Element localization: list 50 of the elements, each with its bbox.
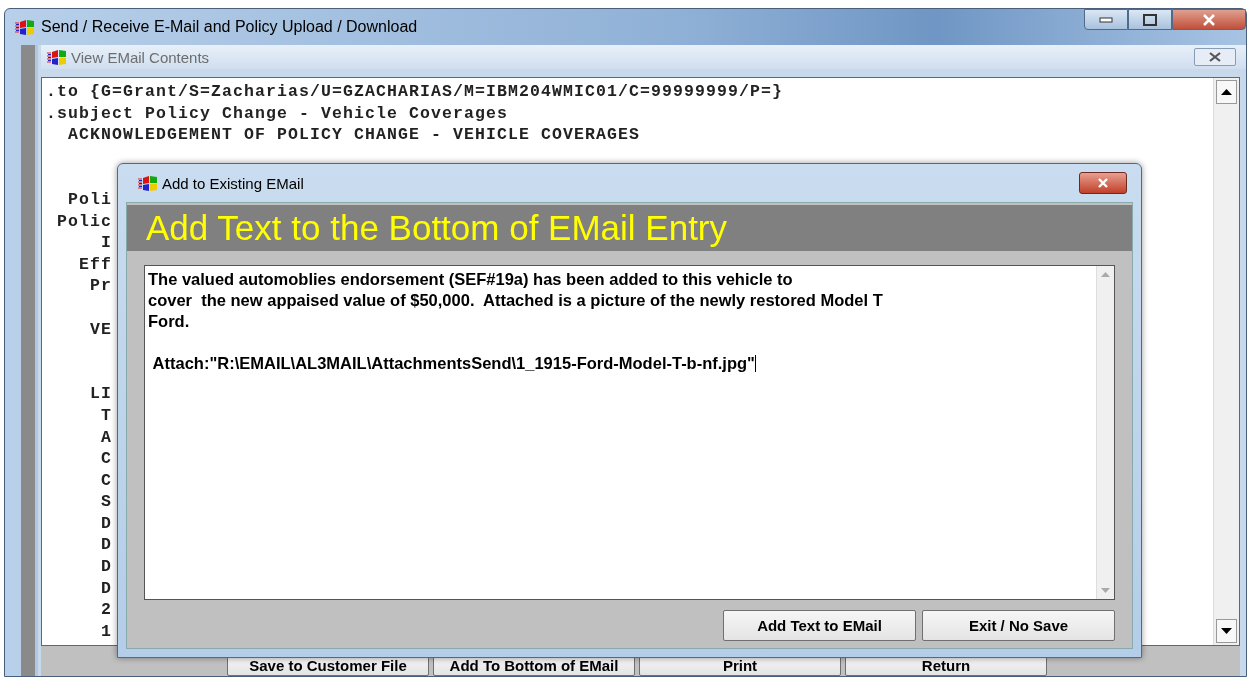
app-logo-icon bbox=[15, 19, 35, 35]
email-line: C bbox=[100, 449, 112, 469]
email-line: 1 bbox=[100, 621, 112, 641]
null[interactable]: Exit / No Save bbox=[922, 610, 1115, 641]
email-line: Poli bbox=[67, 189, 112, 209]
email-line: VE bbox=[89, 319, 112, 339]
email-line: Polic bbox=[56, 211, 112, 231]
minimize-button[interactable] bbox=[1084, 9, 1128, 30]
maximize-icon bbox=[1143, 13, 1157, 26]
email-line: T bbox=[100, 405, 112, 425]
email-line: S bbox=[100, 492, 112, 512]
email-line: D bbox=[100, 535, 112, 555]
close-button[interactable] bbox=[1079, 172, 1127, 194]
scroll-up-icon bbox=[1221, 89, 1232, 95]
email-line: ACKNOWLEDGEMENT OF POLICY CHANGE - VEHICLE COVERAGES bbox=[67, 125, 641, 145]
close-button[interactable] bbox=[1172, 9, 1246, 30]
email-line: D bbox=[100, 557, 112, 577]
scroll-down-icon bbox=[1221, 628, 1232, 634]
email-line: C bbox=[100, 470, 112, 490]
minimize-icon bbox=[1099, 16, 1113, 23]
scroll-up-icon bbox=[1101, 272, 1110, 277]
child-close-button[interactable] bbox=[1194, 48, 1236, 66]
email-line: A bbox=[100, 427, 112, 447]
dialog-title: Add to Existing EMail bbox=[162, 174, 305, 192]
child-window-title: View EMail Contents bbox=[71, 48, 211, 66]
email-line: Pr bbox=[89, 276, 112, 296]
text-cursor bbox=[754, 355, 756, 372]
entry-text: The valued automoblies endorsement (SEF#19a) has been added to this vehicle to cover the new appaised value of $50,000. Attached is a picture of the newly restored Model T Ford. bbox=[148, 269, 884, 332]
text-entry-field[interactable] bbox=[144, 265, 1115, 600]
email-line: .to {G=Grant/S=Zacharias/U=GZACHARIAS/M=IBM204WMIC01/C=99999999/P=} bbox=[46, 82, 784, 101]
maximize-button[interactable] bbox=[1128, 9, 1172, 30]
email-line: .subject Policy Change - Vehicle Coverages bbox=[46, 103, 509, 123]
dialog-heading: Add Text to the Bottom of EMail Entry bbox=[146, 208, 728, 248]
close-icon bbox=[1202, 13, 1216, 26]
null[interactable]: Add Text to EMail bbox=[723, 610, 916, 641]
window-title: Send / Receive E-Mail and Policy Upload / Download bbox=[41, 18, 419, 36]
app-logo-icon bbox=[47, 49, 67, 65]
email-line: I bbox=[100, 233, 112, 253]
scrollbar[interactable] bbox=[1096, 266, 1114, 599]
entry-text: Attach:"R:\EMAIL\AL3MAIL\AttachmentsSend\1_1915-Ford-Model-T-b-nf.jpg" bbox=[151, 353, 757, 374]
scroll-down-icon bbox=[1101, 588, 1110, 593]
close-icon bbox=[1208, 52, 1222, 62]
email-line: LI bbox=[89, 384, 112, 404]
app-logo-icon bbox=[138, 175, 158, 191]
email-line: Eff bbox=[78, 254, 112, 274]
scrollbar[interactable] bbox=[1213, 78, 1239, 645]
email-line: D bbox=[100, 513, 112, 533]
email-line: 2 bbox=[100, 600, 112, 620]
close-icon bbox=[1097, 178, 1109, 188]
email-line: D bbox=[100, 578, 112, 598]
